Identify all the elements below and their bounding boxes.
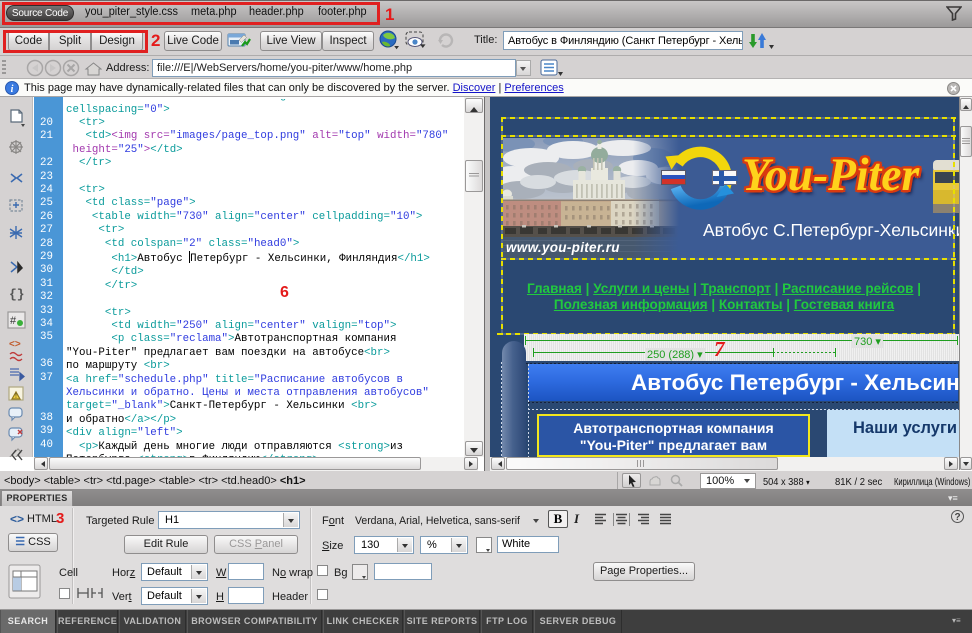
svg-text:{}: {} xyxy=(9,287,25,302)
svg-text:#: # xyxy=(10,315,17,327)
svg-text:<>: <> xyxy=(9,339,21,350)
svg-text:!: ! xyxy=(15,393,17,400)
svg-text:i: i xyxy=(11,84,14,95)
